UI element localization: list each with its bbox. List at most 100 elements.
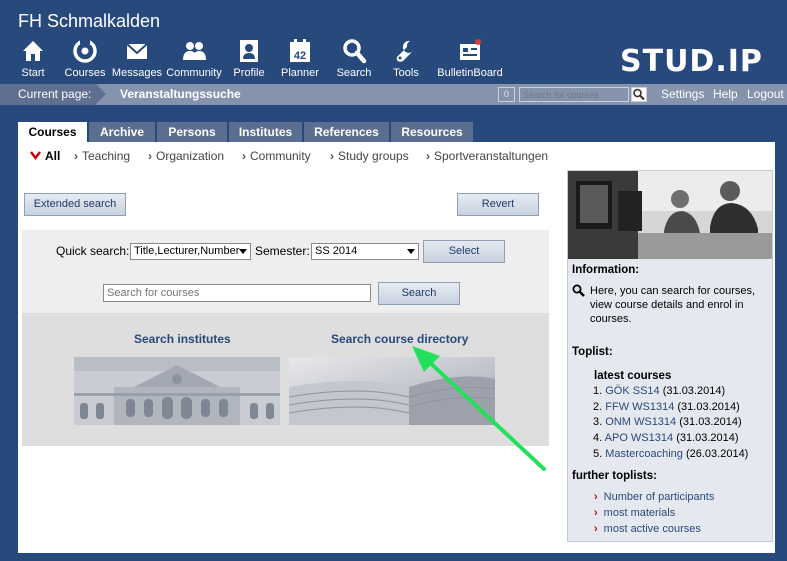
further-toplist-label: most active courses: [603, 523, 701, 535]
subnav-teaching[interactable]: › Teaching: [74, 149, 130, 163]
nav-start[interactable]: Start: [3, 38, 63, 84]
subnav-study-groups[interactable]: › Study groups: [330, 149, 409, 163]
search-scope-select[interactable]: Title,Lecturer,Number: [130, 243, 251, 260]
toplist-num: 1.: [593, 385, 603, 397]
further-toplist-link[interactable]: › most materials: [594, 507, 675, 519]
subnav-label: Community: [250, 149, 311, 163]
subnav-sportveranstaltungen[interactable]: › Sportveranstaltungen: [426, 149, 548, 163]
subnav-label: Study groups: [338, 149, 409, 163]
toplist-item: 1. GÖK SS14 (31.03.2014): [593, 385, 725, 397]
toplist-course-link[interactable]: ONM WS1314: [605, 416, 676, 428]
semester-label: Semester:: [255, 244, 310, 258]
subnav-community[interactable]: › Community: [242, 149, 311, 163]
search-icon: [633, 88, 645, 101]
toplist-course-link[interactable]: Mastercoaching: [605, 448, 683, 460]
header-search-button[interactable]: [631, 87, 647, 102]
toplist-item: 4. APO WS1314 (31.03.2014): [593, 432, 739, 444]
search-course-directory-link[interactable]: Search course directory: [331, 332, 468, 346]
tab-references[interactable]: References: [304, 122, 389, 142]
tab-resources[interactable]: Resources: [391, 122, 473, 142]
extended-search-button[interactable]: Extended search: [24, 193, 126, 216]
nav-label: Community: [166, 67, 222, 79]
nav-tools[interactable]: Tools: [376, 38, 436, 84]
further-toplist-label: most materials: [603, 507, 676, 519]
nav-courses[interactable]: Courses: [55, 38, 115, 84]
header-search-input[interactable]: [519, 87, 629, 102]
toplist-item: 2. FFW WS1314 (31.03.2014): [593, 401, 740, 413]
nav-community[interactable]: Community: [164, 38, 224, 84]
information-text: Here, you can search for courses, view c…: [590, 285, 756, 325]
subnav-label: Sportveranstaltungen: [434, 149, 549, 163]
toplist-item: 3. ONM WS1314 (31.03.2014): [593, 416, 742, 428]
toplist-date: (26.03.2014): [685, 448, 749, 460]
chevron-right-icon: ›: [594, 507, 598, 519]
nav-label: Search: [336, 67, 372, 79]
tab-persons[interactable]: Persons: [157, 122, 227, 142]
toplist-num: 4.: [593, 432, 603, 444]
search-institutes-link[interactable]: Search institutes: [134, 332, 231, 346]
logout-link[interactable]: Logout: [747, 84, 784, 105]
toplist-course-link[interactable]: GÖK SS14: [605, 385, 659, 397]
toplist-item: 5. Mastercoaching (26.03.2014): [593, 448, 748, 460]
toplist-num: 5.: [593, 448, 603, 460]
chevron-right-icon: ›: [148, 149, 152, 163]
quick-search-label: Quick search:: [56, 244, 130, 258]
nav-messages[interactable]: Messages: [107, 38, 167, 84]
institutes-building-image[interactable]: [74, 357, 280, 425]
subnav-label: All: [45, 149, 61, 163]
toplist-num: 3.: [593, 416, 603, 428]
breadcrumb-arrow: [96, 84, 106, 104]
notification-counter[interactable]: 0: [498, 87, 515, 102]
select-button[interactable]: Select: [423, 240, 505, 263]
tab-archive[interactable]: Archive: [89, 122, 155, 142]
toplist-num: 2.: [593, 401, 603, 413]
information-heading: Information:: [572, 264, 640, 276]
wrench-icon: [396, 40, 414, 62]
community-icon: [183, 42, 206, 60]
info-sidebar: Information: Here, you can search for co…: [567, 170, 773, 542]
profile-icon: [240, 40, 258, 62]
site-title: FH Schmalkalden: [18, 11, 161, 31]
revert-button[interactable]: Revert: [457, 193, 539, 216]
current-page-label: Current page:: [0, 84, 96, 105]
semester-select[interactable]: SS 2014: [311, 243, 419, 260]
magnifier-icon: [572, 284, 585, 297]
tab-institutes[interactable]: Institutes: [229, 122, 302, 142]
search-button[interactable]: Search: [378, 282, 460, 305]
calendar-icon: 42: [290, 39, 310, 62]
nav-bulletinboard[interactable]: BulletinBoard: [430, 38, 510, 84]
current-page-bar: Current page: Veranstaltungssuche 0 Sett…: [0, 84, 787, 105]
nav-search[interactable]: Search: [324, 38, 384, 84]
subnav-organization[interactable]: › Organization: [148, 149, 224, 163]
further-toplists-heading: further toplists:: [572, 470, 657, 482]
toplist-course-link[interactable]: APO WS1314: [605, 432, 673, 444]
course-search-input[interactable]: [103, 284, 371, 302]
tab-courses[interactable]: Courses: [18, 122, 87, 143]
calendar-day: 42: [294, 50, 306, 62]
nav-planner[interactable]: 42 Planner: [270, 38, 330, 84]
search-icon: [343, 39, 367, 64]
subnav-label: Teaching: [82, 149, 131, 163]
chevron-right-icon: ›: [426, 149, 430, 163]
subnav-all[interactable]: All: [30, 149, 60, 163]
latest-courses-heading: latest courses: [594, 370, 672, 382]
settings-link[interactable]: Settings: [661, 84, 704, 105]
help-link[interactable]: Help: [713, 84, 738, 105]
chevron-right-icon: ›: [242, 149, 246, 163]
mail-icon: [126, 43, 148, 59]
further-toplist-link[interactable]: › Number of participants: [594, 491, 714, 503]
toplist-date: (31.03.2014): [679, 416, 742, 428]
nav-label: Messages: [111, 67, 163, 79]
current-page-value: Veranstaltungssuche: [120, 87, 241, 101]
chevron-right-icon: ›: [594, 491, 598, 503]
further-toplist-link[interactable]: › most active courses: [594, 523, 701, 535]
toplist-date: (31.03.2014): [677, 401, 740, 413]
chevron-right-icon: ›: [330, 149, 334, 163]
nav-label: Planner: [281, 67, 319, 79]
chevron-right-icon: ›: [74, 149, 78, 163]
course-directory-book-image[interactable]: [289, 357, 495, 425]
toplist-course-link[interactable]: FFW WS1314: [605, 401, 674, 413]
nav-label: Start: [21, 67, 45, 79]
nav-label: Courses: [64, 67, 106, 79]
chevron-right-icon: ›: [594, 523, 598, 535]
